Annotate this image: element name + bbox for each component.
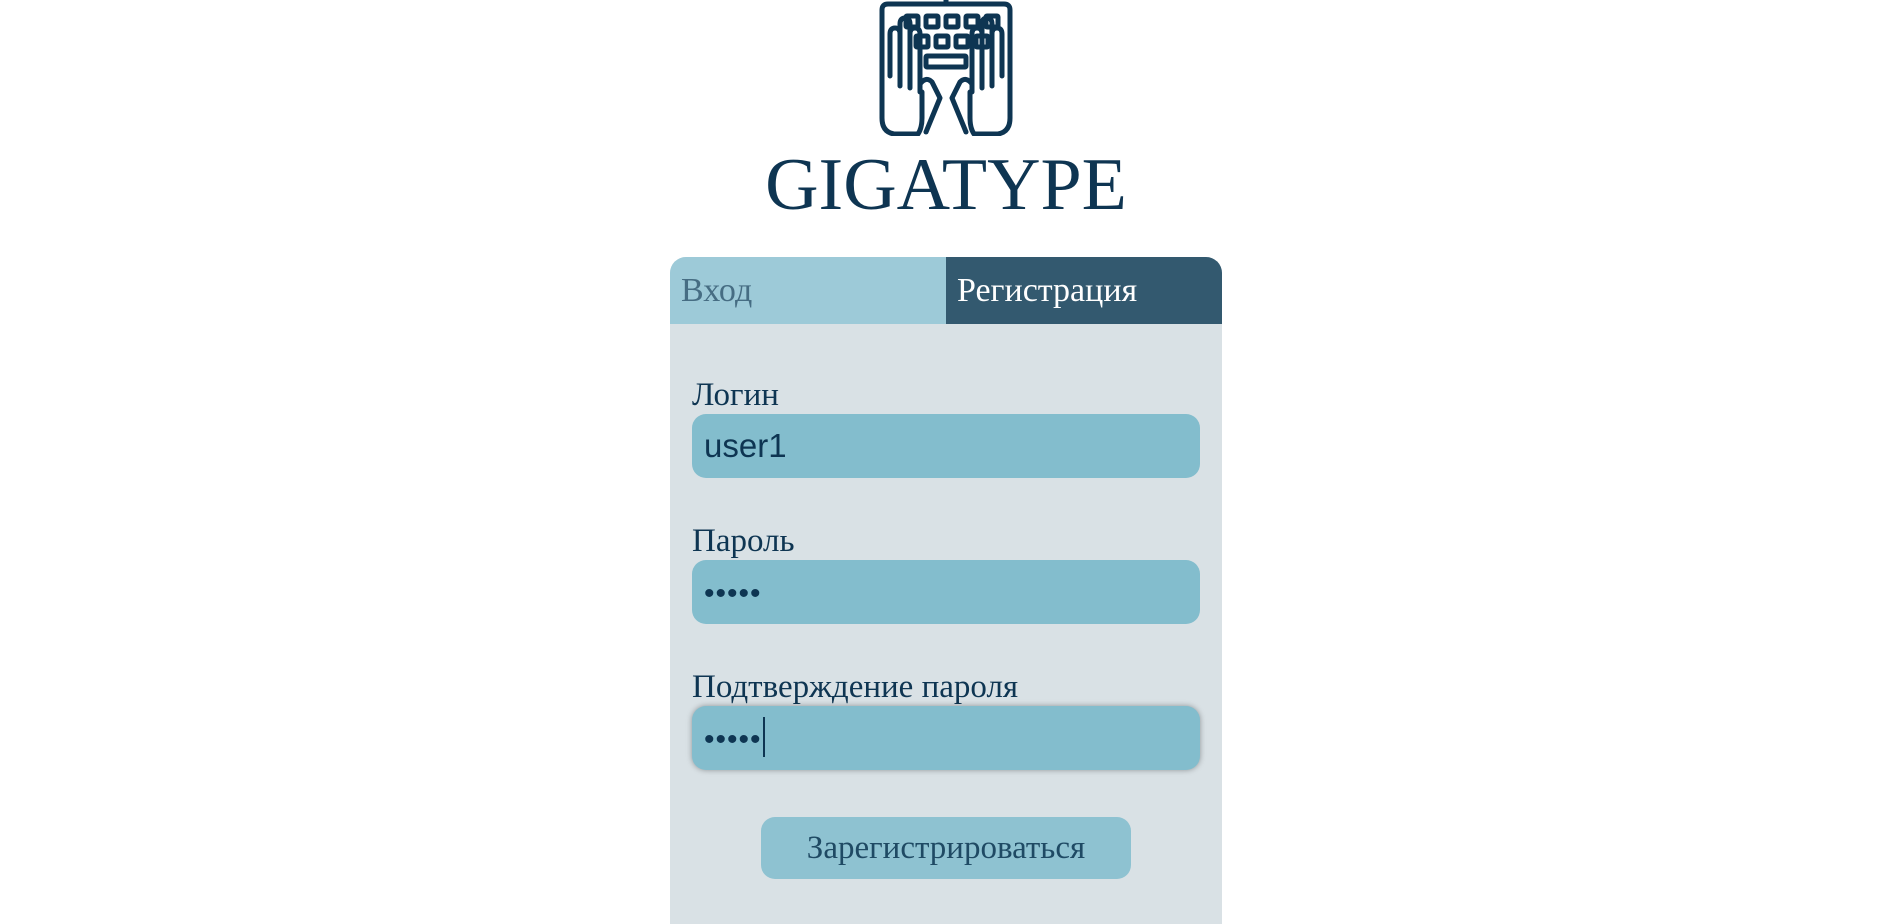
login-input[interactable]: user1 (692, 414, 1200, 478)
login-input-value: user1 (704, 427, 787, 464)
auth-card: Вход Регистрация Логин user1 Пароль ••••… (670, 257, 1222, 924)
text-caret (762, 717, 765, 758)
confirm-password-label: Подтверждение пароля (692, 669, 1019, 705)
password-label: Пароль (692, 523, 795, 559)
confirm-password-input[interactable]: ••••• (692, 706, 1200, 770)
tab-register[interactable]: Регистрация (946, 257, 1222, 324)
login-label: Логин (692, 377, 779, 413)
register-button[interactable]: Зарегистрироваться (761, 817, 1131, 879)
hands-keyboard-logo-icon (879, 0, 1013, 136)
confirm-password-input-value: ••••• (704, 723, 762, 756)
registration-form: Логин user1 Пароль ••••• Подтверждение п… (670, 324, 1222, 770)
brand-title: GIGATYPE (765, 144, 1127, 226)
password-input-value: ••••• (704, 577, 762, 610)
auth-tabs: Вход Регистрация (670, 257, 1222, 324)
tab-login[interactable]: Вход (670, 257, 946, 324)
password-input[interactable]: ••••• (692, 560, 1200, 624)
